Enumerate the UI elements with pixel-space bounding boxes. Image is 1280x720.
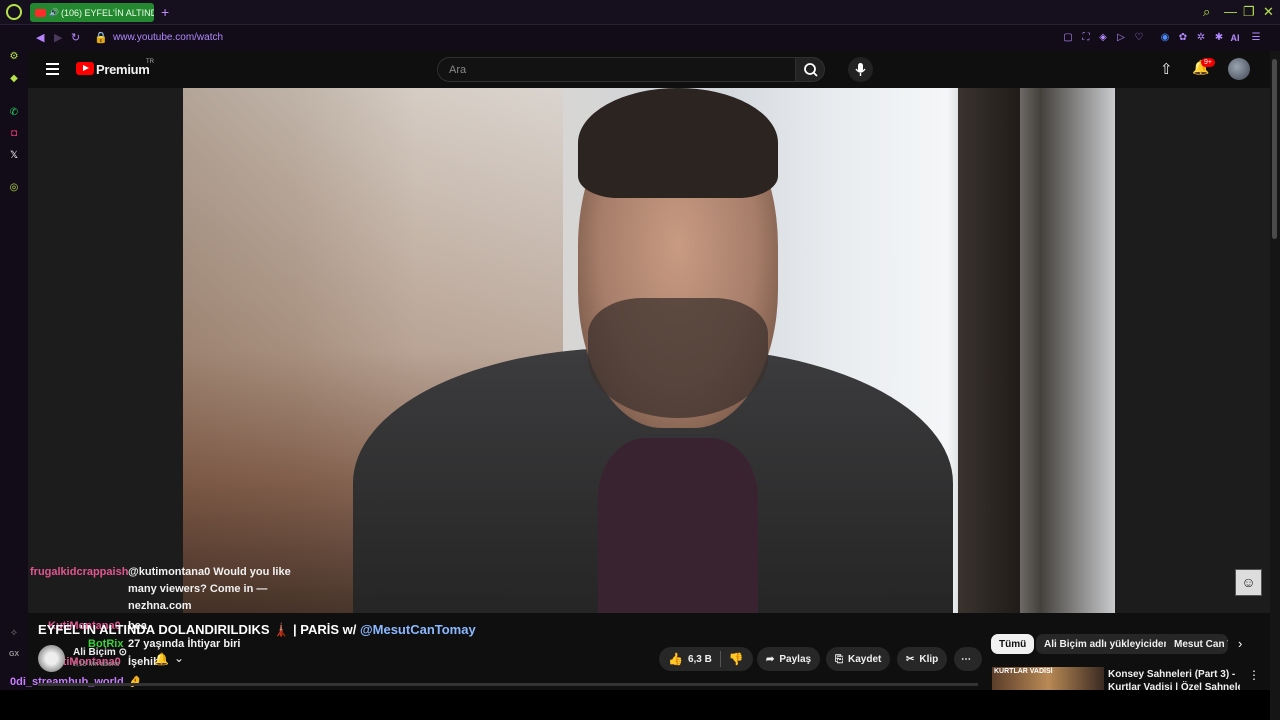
save-button[interactable]: ⎘ Kaydet	[826, 647, 891, 671]
extension-blue-icon[interactable]: ◉	[1159, 32, 1171, 44]
extension-cat-icon[interactable]: ✿	[1177, 32, 1189, 44]
video-title: EYFEL'İN ALTINDA DOLANDIRILDIKS 🗼 | PARİ…	[38, 622, 476, 638]
speaker-icon[interactable]: 🔊	[49, 8, 59, 17]
streamer-overlay-avatar: ☺	[1235, 569, 1262, 596]
forward-icon[interactable]: ▶	[54, 31, 62, 44]
share-icon: ➦	[766, 653, 775, 665]
chip-mesut-can[interactable]: Mesut Can T	[1166, 634, 1228, 654]
youtube-favicon-icon	[35, 8, 46, 17]
browser-tab-bar: 🔊 (106) EYFEL'İN ALTINDA + ⌕ — ❐ ✕	[0, 0, 1280, 25]
bookmark-icon[interactable]: ▢	[1062, 32, 1074, 44]
account-avatar[interactable]	[1228, 58, 1250, 80]
youtube-logo-icon[interactable]	[76, 62, 94, 75]
extension-bug-icon[interactable]: ✲	[1195, 32, 1207, 44]
channel-name[interactable]: Ali Biçim ⊙	[73, 647, 127, 658]
chevron-right-icon[interactable]: ›	[1238, 636, 1242, 651]
clip-button[interactable]: ✂ Klip	[897, 647, 948, 671]
video-frame[interactable]	[183, 88, 1115, 613]
video-title-text: EYFEL'İN ALTINDA DOLANDIRILDIKS	[38, 622, 270, 637]
settings-icon[interactable]: ✧	[8, 628, 20, 640]
save-label: Kaydet	[848, 653, 882, 665]
channel-avatar[interactable]	[38, 645, 65, 672]
clip-label: Klip	[919, 653, 939, 665]
restore-icon[interactable]: ❐	[1243, 4, 1255, 20]
opera-gx-logo-icon[interactable]	[6, 4, 22, 20]
voice-search-button[interactable]	[848, 57, 873, 82]
chevron-down-icon[interactable]: ⌄	[174, 651, 184, 665]
x-twitter-icon[interactable]: 𝕏	[8, 150, 20, 162]
menu-easy-setup-icon[interactable]: ☰	[1250, 32, 1262, 44]
chat-message: many viewers? Come in —	[128, 583, 268, 595]
search-input[interactable]: Ara	[437, 57, 796, 82]
chat-message: 27 yaşında İhtiyar biri	[128, 638, 241, 650]
suggested-thumbnail[interactable]: KURTLAR VADİSİ	[992, 667, 1104, 690]
suggested-title-line: Konsey Sahneleri (Part 3) -	[1108, 669, 1236, 680]
page-scrollbar[interactable]	[1270, 51, 1280, 720]
youtube-premium-label[interactable]: Premium	[96, 62, 150, 77]
shield-icon[interactable]: ◈	[1097, 32, 1109, 44]
active-tab[interactable]: 🔊 (106) EYFEL'İN ALTINDA	[30, 3, 154, 22]
chat-message: nezhna.com	[128, 600, 192, 612]
player-icon[interactable]: ◎	[8, 182, 20, 194]
dislike-button[interactable]: 👎	[729, 652, 744, 666]
scrollbar-thumb[interactable]	[1272, 59, 1277, 239]
video-title-suffix: | PARİS w/	[292, 622, 357, 637]
like-dislike-group: 👍 6,3 B 👎	[659, 647, 753, 671]
thumbs-up-icon: 👍	[668, 652, 683, 666]
close-icon[interactable]: ✕	[1263, 4, 1274, 20]
suggested-more-icon[interactable]: ⋮	[1248, 668, 1260, 682]
lock-icon: 🔒	[94, 32, 108, 44]
beard-shape	[588, 298, 768, 418]
region-label: TR	[146, 59, 154, 65]
address-bar: ◀ ▶ ↻ 🔒 www.youtube.com/watch ▢ ⛶ ◈ ▷ ♡ …	[28, 26, 1280, 51]
upload-icon[interactable]: ⇧	[1160, 60, 1173, 78]
bell-icon[interactable]: 🔔	[154, 652, 169, 666]
heart-icon[interactable]: ♡	[1133, 32, 1145, 44]
share-label: Paylaş	[779, 653, 812, 665]
whatsapp-icon[interactable]: ✆	[8, 107, 20, 119]
chip-all[interactable]: Tümü	[991, 634, 1035, 654]
more-actions-button[interactable]: ⋯	[954, 647, 982, 671]
mic-icon	[855, 63, 866, 76]
snapshot-icon[interactable]: ⛶	[1080, 32, 1092, 44]
hair-shape	[578, 88, 778, 198]
like-button[interactable]: 👍 6,3 B	[668, 652, 712, 666]
chip-uploader[interactable]: Ali Biçim adlı yükleyiciden	[1036, 634, 1178, 654]
subscriber-count: 2,15 Mn abone	[73, 661, 120, 668]
instagram-icon[interactable]: ◘	[8, 128, 20, 140]
extension-star-icon[interactable]: ✱	[1213, 32, 1225, 44]
tab-title: (106) EYFEL'İN ALTINDA	[61, 7, 154, 18]
minimize-icon[interactable]: —	[1224, 4, 1237, 19]
url-field[interactable]: www.youtube.com/watch	[113, 32, 223, 43]
video-player[interactable]: ☺	[28, 88, 1270, 613]
window-pillar	[958, 88, 1020, 613]
youtube-header: Premium TR Ara ⇧ 🔔 9+	[28, 51, 1270, 88]
back-icon[interactable]: ◀	[36, 31, 44, 44]
search-icon	[804, 63, 818, 77]
search-button[interactable]	[795, 57, 825, 82]
browser-sidebar: ⚙ ◆ ✆ ◘ 𝕏 ◎ ✧ GX	[0, 25, 28, 720]
ai-icon[interactable]: AI	[1229, 32, 1241, 44]
bookmark-save-icon: ⎘	[835, 653, 843, 665]
tower-emoji: 🗼	[273, 622, 290, 637]
bottom-strip	[0, 690, 1270, 720]
new-tab-button[interactable]: +	[161, 4, 169, 20]
notification-badge: 9+	[1201, 58, 1215, 67]
menu-icon[interactable]	[46, 63, 59, 75]
divider	[719, 651, 721, 667]
play-icon[interactable]: ▷	[1115, 32, 1127, 44]
chat-username: frugalkidcrappaish	[30, 566, 129, 578]
gx-corner-icon[interactable]: ◆	[8, 73, 20, 85]
reload-icon[interactable]: ↻	[71, 31, 80, 44]
search-icon[interactable]: ⌕	[1203, 4, 1210, 20]
gx-label: GX	[8, 651, 20, 658]
scissors-icon: ✂	[906, 653, 915, 665]
shirt-shape	[598, 438, 758, 613]
divider	[38, 683, 978, 686]
gx-control-icon[interactable]: ⚙	[8, 51, 20, 63]
like-count: 6,3 B	[687, 653, 712, 665]
chat-message: @kutimontana0 Would you like	[128, 566, 291, 578]
mention-link[interactable]: @MesutCanTomay	[360, 622, 476, 637]
share-button[interactable]: ➦ Paylaş	[757, 647, 821, 671]
